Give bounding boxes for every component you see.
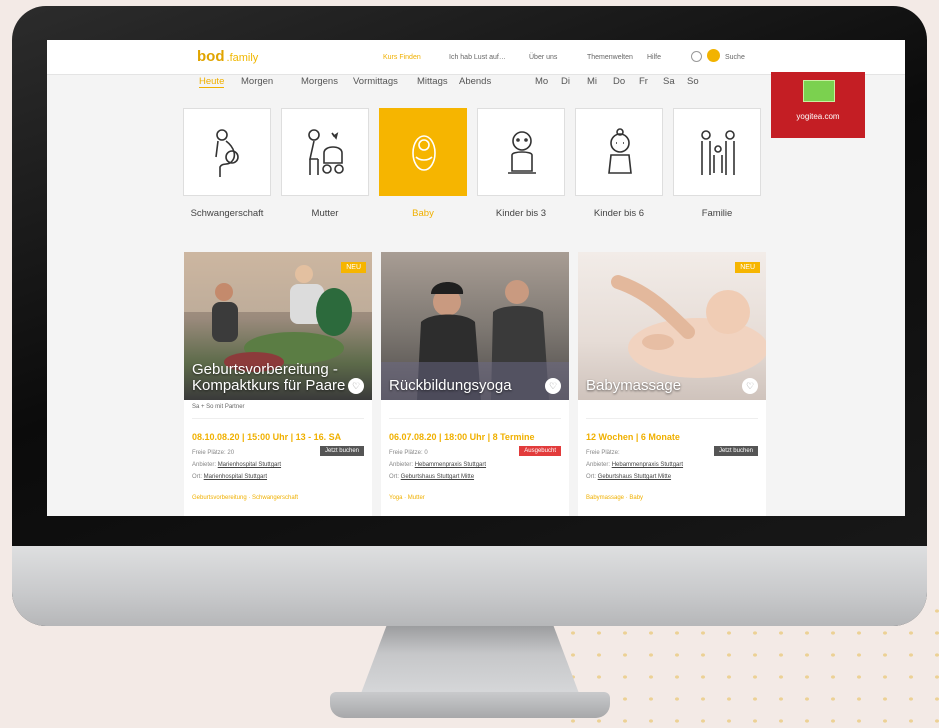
nav-themenwelten[interactable]: Themenwelten (587, 54, 633, 61)
booking-button[interactable]: Jetzt buchen (319, 446, 364, 456)
monitor-stand (360, 626, 580, 696)
ad-logo (803, 80, 835, 102)
family-icon (701, 130, 735, 175)
child-icon (608, 128, 632, 174)
category-label-baby[interactable]: Baby (373, 208, 473, 219)
course-tags[interactable]: Babymassage · Baby (586, 495, 643, 501)
favorite-icon[interactable]: ♡ (348, 378, 364, 394)
provider: Anbieter: Hebammenpraxis Stuttgart (389, 462, 487, 468)
category-baby[interactable] (379, 108, 467, 196)
booking-button[interactable]: Jetzt buchen (713, 446, 758, 456)
nav-hilfe[interactable]: Hilfe (647, 54, 661, 61)
toddler-icon (508, 131, 536, 174)
search-label[interactable]: Suche (725, 54, 745, 61)
course-image: NEU Geburtsvorbereitung - Kompaktkurs fü… (184, 252, 372, 400)
category-schwangerschaft[interactable] (183, 108, 271, 196)
new-badge: NEU (735, 262, 760, 273)
course-age-range: 12 Wochen | 6 Monate (586, 432, 680, 442)
filter-do[interactable]: Do (613, 76, 625, 87)
course-tags[interactable]: Yoga · Mutter (389, 495, 425, 501)
mother-stroller-icon (308, 129, 344, 175)
divider (586, 418, 758, 419)
course-subtitle: Sa + So mit Partner (192, 404, 245, 410)
course-card[interactable]: NEU Geburtsvorbereitung - Kompaktkurs fü… (184, 252, 372, 516)
monitor-chin (12, 546, 927, 626)
course-schedule: 08.10.08.20 | 15:00 Uhr | 13 - 16. SA (192, 432, 342, 442)
category-label-kinder-bis-3[interactable]: Kinder bis 3 (471, 208, 571, 219)
category-label-familie[interactable]: Familie (667, 208, 767, 219)
divider (192, 418, 364, 419)
course-title[interactable]: Rückbildungsyoga (389, 378, 543, 394)
filter-heute[interactable]: Heute (199, 76, 225, 88)
booked-out-badge: Ausgebucht (519, 446, 561, 456)
search-icon[interactable] (707, 49, 720, 62)
filter-abends[interactable]: Abends (459, 76, 491, 87)
ad-banner[interactable]: yogitea.com (771, 72, 865, 138)
brand-logo[interactable]: bod .family (197, 48, 258, 65)
provider: Anbieter: Marienhospital Stuttgart (192, 462, 282, 468)
course-image: NEU Babymassage ♡ (578, 252, 766, 400)
category-kinder-bis-3[interactable] (477, 108, 565, 196)
free-places: Freie Plätze: 20 (192, 450, 235, 456)
category-kinder-bis-6[interactable] (575, 108, 663, 196)
course-image: Rückbildungsyoga ♡ (381, 252, 569, 400)
category-label-mutter[interactable]: Mutter (275, 208, 375, 219)
nav-kurs-finden[interactable]: Kurs Finden (383, 54, 421, 61)
location-icon[interactable] (691, 51, 702, 62)
ad-text: yogitea.com (796, 112, 840, 121)
course-card[interactable]: NEU Babymassage ♡ 12 Wochen | 6 Monate F… (578, 252, 766, 516)
nav-ich-hab-lust[interactable]: Ich hab Lust auf… (449, 54, 506, 61)
baby-icon (412, 135, 436, 171)
filter-morgens[interactable]: Morgens (301, 76, 338, 87)
filter-morgen[interactable]: Morgen (241, 76, 273, 87)
filter-di[interactable]: Di (561, 76, 570, 87)
course-card[interactable]: Rückbildungsyoga ♡ 06.07.08.20 | 18:00 U… (381, 252, 569, 516)
free-places: Freie Plätze: (586, 450, 620, 456)
filter-fr[interactable]: Fr (639, 76, 648, 87)
website-screen: bod .family Kurs Finden Ich hab Lust auf…… (47, 40, 905, 516)
pregnancy-icon (215, 129, 239, 177)
free-places: Freie Plätze: 0 (389, 450, 428, 456)
filter-mo[interactable]: Mo (535, 76, 548, 87)
monitor-stand-base (330, 692, 610, 718)
category-label-schwangerschaft[interactable]: Schwangerschaft (177, 208, 277, 219)
divider (389, 418, 561, 419)
category-mutter[interactable] (281, 108, 369, 196)
location: Ort: Geburtshaus Stuttgart Mitte (389, 474, 475, 480)
course-tags[interactable]: Geburtsvorbereitung · Schwangerschaft (192, 495, 298, 501)
location: Ort: Geburtshaus Stuttgart Mitte (586, 474, 672, 480)
course-schedule: 06.07.08.20 | 18:00 Uhr | 8 Termine (389, 432, 535, 442)
category-familie[interactable] (673, 108, 761, 196)
nav-ueber-uns[interactable]: Über uns (529, 54, 557, 61)
course-title[interactable]: Geburtsvorbereitung - Kompaktkurs für Pa… (192, 362, 346, 394)
category-label-kinder-bis-6[interactable]: Kinder bis 6 (569, 208, 669, 219)
filter-vormittags[interactable]: Vormittags (353, 76, 398, 87)
new-badge: NEU (341, 262, 366, 273)
filter-mi[interactable]: Mi (587, 76, 597, 87)
location: Ort: Marienhospital Stuttgart (192, 474, 268, 480)
filter-so[interactable]: So (687, 76, 699, 87)
provider: Anbieter: Hebammenpraxis Stuttgart (586, 462, 684, 468)
top-navigation: bod .family Kurs Finden Ich hab Lust auf…… (47, 40, 905, 75)
favorite-icon[interactable]: ♡ (545, 378, 561, 394)
filter-sa[interactable]: Sa (663, 76, 675, 87)
favorite-icon[interactable]: ♡ (742, 378, 758, 394)
course-title[interactable]: Babymassage (586, 378, 740, 394)
filter-mittags[interactable]: Mittags (417, 76, 448, 87)
